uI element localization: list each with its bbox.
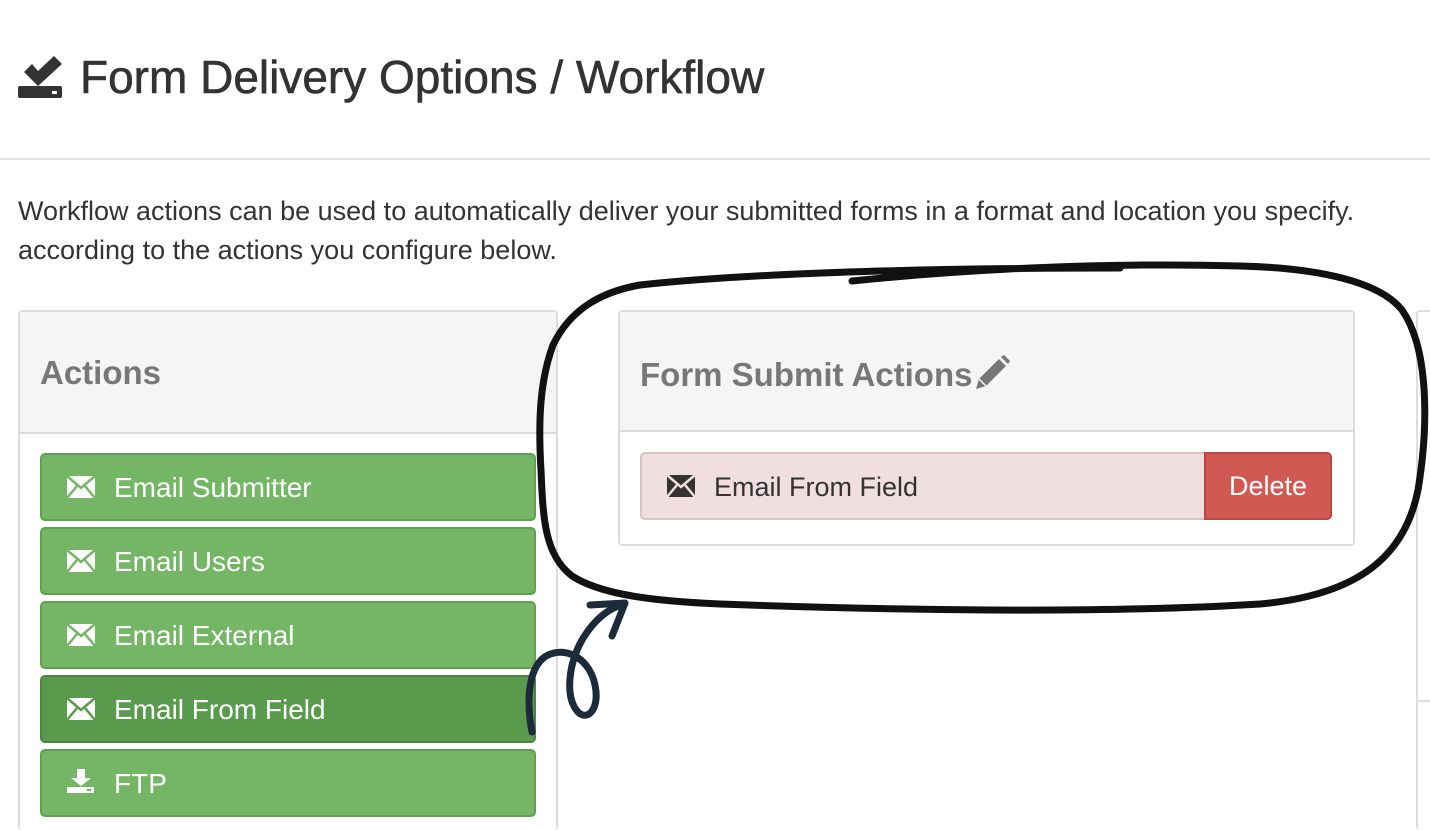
envelope-icon [66,697,96,721]
delete-button[interactable]: Delete [1204,452,1332,520]
panel-divider [1418,700,1430,702]
action-email-external-button[interactable]: Email External [40,601,536,669]
actions-panel-heading: Actions [20,312,556,434]
actions-panel: Actions Email Submitter Email Users Emai… [18,310,558,830]
download-check-icon [18,56,62,98]
action-email-from-field-button[interactable]: Email From Field [40,675,536,743]
intro-text: Workflow actions can be used to automati… [18,192,1430,270]
action-label: Email Users [114,546,265,577]
envelope-icon [66,475,96,499]
form-submit-actions-panel: Form Submit Actions Email From Field Del… [618,310,1355,546]
third-panel-edge [1416,310,1430,830]
intro-line-2: according to the actions you configure b… [18,235,557,265]
configured-action-email-from-field[interactable]: Email From Field Delete [640,452,1332,520]
action-ftp-button[interactable]: FTP [40,749,536,817]
action-label: Email External [114,620,295,651]
annotation-arrowhead [586,599,629,640]
intro-line-1: Workflow actions can be used to automati… [18,196,1355,226]
page-title: Form Delivery Options / Workflow [80,51,765,104]
page-header: Form Delivery Options / Workflow [0,0,1430,160]
envelope-icon [66,623,96,647]
action-email-submitter-button[interactable]: Email Submitter [40,453,536,521]
envelope-icon [666,474,696,498]
form-submit-actions-heading: Form Submit Actions [620,312,1353,432]
actions-panel-title: Actions [40,354,162,391]
action-label: Email Submitter [114,472,312,503]
pencil-icon[interactable] [974,355,1010,391]
form-submit-actions-title: Form Submit Actions [640,356,973,393]
configured-action-label: Email From Field [714,472,919,502]
envelope-icon [66,549,96,573]
action-label: Email From Field [114,694,326,725]
download-icon [67,769,94,793]
action-email-users-button[interactable]: Email Users [40,527,536,595]
action-label: FTP [114,768,167,799]
